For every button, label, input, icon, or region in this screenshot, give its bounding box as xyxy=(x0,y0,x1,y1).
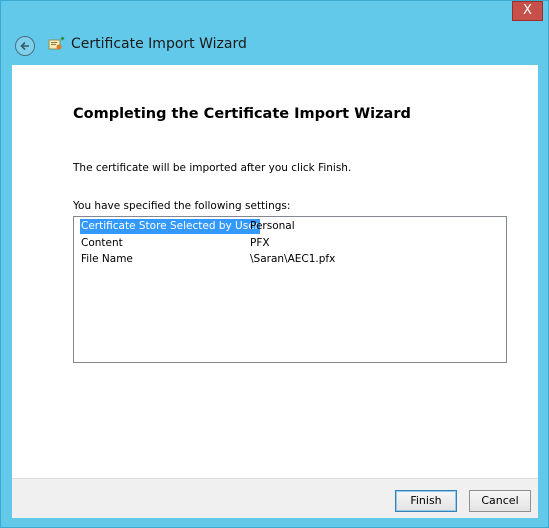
back-arrow-icon xyxy=(20,41,29,51)
setting-value: PFX xyxy=(250,237,270,249)
setting-key: Certificate Store Selected by User xyxy=(80,219,260,234)
setting-value: \Saran\AEC1.pfx xyxy=(250,253,336,265)
title-bar: X xyxy=(1,1,548,29)
wizard-title: Certificate Import Wizard xyxy=(71,36,247,52)
setting-value: Personal xyxy=(250,220,295,232)
description-text: The certificate will be imported after y… xyxy=(73,162,352,174)
wizard-header: Certificate Import Wizard xyxy=(1,29,548,65)
close-button[interactable]: X xyxy=(512,1,543,21)
wizard-footer: Finish Cancel xyxy=(12,478,538,518)
finish-button[interactable]: Finish xyxy=(395,490,457,512)
wizard-content: Completing the Certificate Import Wizard… xyxy=(12,65,538,478)
settings-label: You have specified the following setting… xyxy=(73,200,291,212)
wizard-window: X Certificate Import Wizard Completing t… xyxy=(0,0,549,528)
cancel-button[interactable]: Cancel xyxy=(469,490,531,512)
back-button[interactable] xyxy=(15,36,35,56)
certificate-icon xyxy=(48,36,65,50)
setting-key: File Name xyxy=(81,253,133,265)
page-heading: Completing the Certificate Import Wizard xyxy=(73,106,411,122)
settings-list[interactable]: Certificate Store Selected by User Perso… xyxy=(73,216,507,363)
setting-key: Content xyxy=(81,237,123,249)
